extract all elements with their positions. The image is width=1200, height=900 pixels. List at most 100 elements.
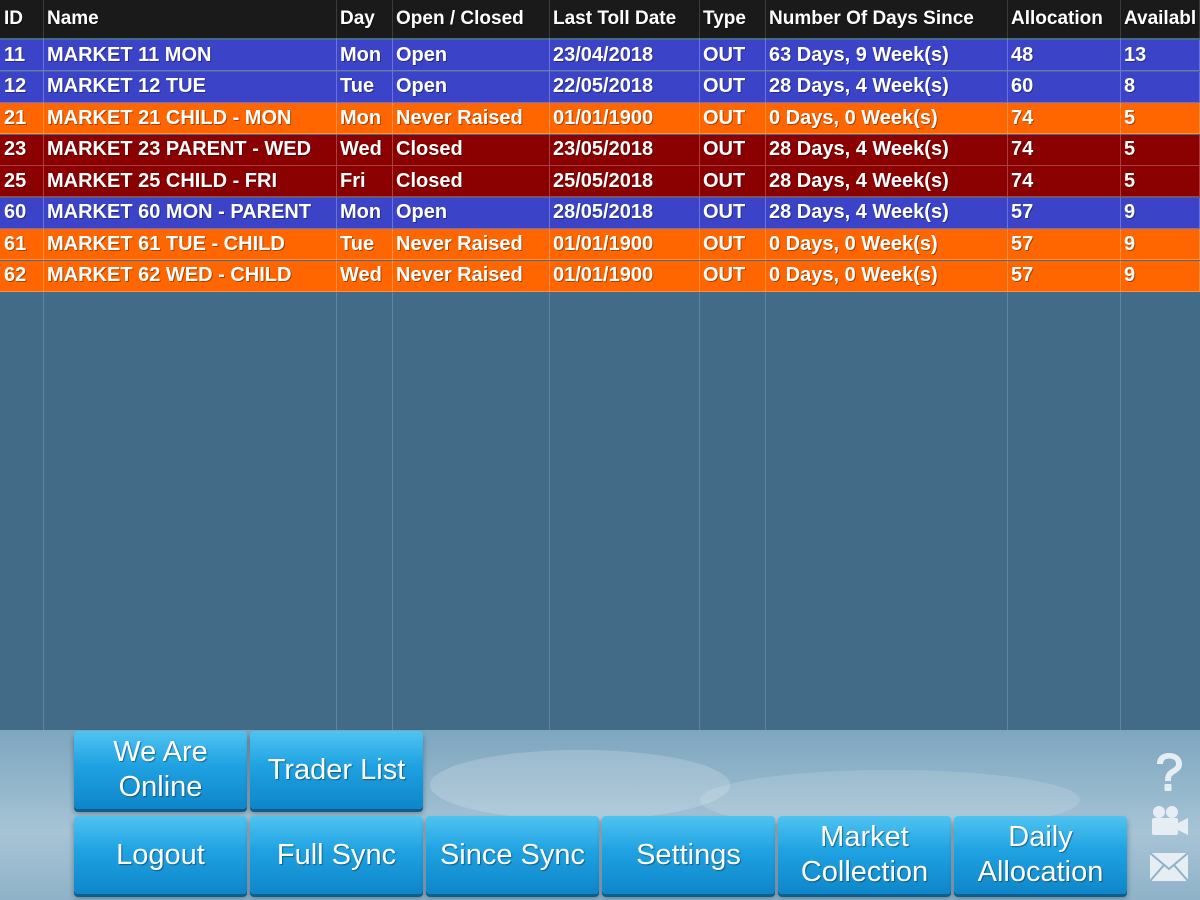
cell-type: OUT [699,260,766,291]
table-row[interactable]: 62 MARKET 62 WED - CHILD Wed Never Raised 01… [0,260,1200,292]
cell-type: OUT [699,103,766,133]
column-header-available[interactable]: Availabl [1120,0,1200,38]
cell-type: OUT [699,71,766,102]
cell-name: MARKET 11 MON [43,40,337,70]
cell-status: Closed [392,166,550,196]
cell-type: OUT [699,166,766,196]
cell-id: 12 [0,71,44,102]
cell-day: Wed [336,134,393,165]
cell-day: Mon [336,40,393,70]
cell-available: 8 [1120,71,1200,102]
cell-id: 25 [0,166,44,196]
table-row[interactable]: 21 MARKET 21 CHILD - MON Mon Never Raised 01… [0,103,1200,134]
cell-type: OUT [699,197,766,228]
cell-days-since: 28 Days, 4 Week(s) [765,71,1008,102]
cell-status: Closed [392,134,550,165]
daily-allocation-button[interactable]: Daily Allocation [954,816,1127,894]
cell-allocation: 60 [1007,71,1121,102]
full-sync-button[interactable]: Full Sync [250,816,423,894]
cell-allocation: 48 [1007,40,1121,70]
cell-day: Wed [336,260,393,291]
cell-allocation: 74 [1007,103,1121,133]
cell-last-toll-date: 23/04/2018 [549,40,700,70]
market-collection-button[interactable]: Market Collection [778,816,951,894]
cell-day: Fri [336,166,393,196]
column-header-day[interactable]: Day [336,0,393,38]
envelope-icon[interactable] [1148,852,1190,882]
column-header-status[interactable]: Open / Closed [392,0,550,38]
cell-id: 23 [0,134,44,165]
cell-days-since: 0 Days, 0 Week(s) [765,229,1008,259]
cell-name: MARKET 62 WED - CHILD [43,260,337,291]
cell-type: OUT [699,40,766,70]
cell-available: 5 [1120,166,1200,196]
cloud-decoration [430,750,730,820]
cell-allocation: 74 [1007,166,1121,196]
cell-available: 5 [1120,103,1200,133]
cell-status: Open [392,71,550,102]
cell-day: Tue [336,229,393,259]
column-header-allocation[interactable]: Allocation [1007,0,1121,38]
cell-days-since: 28 Days, 4 Week(s) [765,134,1008,165]
cell-allocation: 57 [1007,229,1121,259]
cell-last-toll-date: 01/01/1900 [549,103,700,133]
cell-name: MARKET 23 PARENT - WED [43,134,337,165]
cell-status: Open [392,197,550,228]
logout-button[interactable]: Logout [74,816,247,894]
cell-days-since: 63 Days, 9 Week(s) [765,40,1008,70]
cell-days-since: 28 Days, 4 Week(s) [765,197,1008,228]
cell-available: 13 [1120,40,1200,70]
video-camera-icon[interactable] [1148,804,1190,838]
cell-day: Mon [336,197,393,228]
cell-available: 9 [1120,229,1200,259]
cell-available: 5 [1120,134,1200,165]
question-mark-icon[interactable] [1148,752,1190,792]
cell-last-toll-date: 01/01/1900 [549,260,700,291]
cell-last-toll-date: 23/05/2018 [549,134,700,165]
table-row[interactable]: 61 MARKET 61 TUE - CHILD Tue Never Raised 01… [0,229,1200,260]
column-header-id[interactable]: ID [0,0,44,38]
cell-name: MARKET 60 MON - PARENT [43,197,337,228]
cell-id: 61 [0,229,44,259]
cell-type: OUT [699,134,766,165]
column-header-type[interactable]: Type [699,0,766,38]
settings-button[interactable]: Settings [602,816,775,894]
cell-status: Never Raised [392,229,550,259]
cell-id: 60 [0,197,44,228]
cell-status: Never Raised [392,103,550,133]
since-sync-button[interactable]: Since Sync [426,816,599,894]
column-header-last-toll-date[interactable]: Last Toll Date [549,0,700,38]
table-header: ID Name Day Open / Closed Last Toll Date… [0,0,1200,38]
cell-name: MARKET 61 TUE - CHILD [43,229,337,259]
table-row[interactable]: 25 MARKET 25 CHILD - FRI Fri Closed 25/05/20… [0,166,1200,197]
cell-day: Mon [336,103,393,133]
we-are-online-button[interactable]: We Are Online [74,731,247,809]
table-row[interactable]: 12 MARKET 12 TUE Tue Open 22/05/2018 OUT 28 Da… [0,71,1200,103]
column-header-name[interactable]: Name [43,0,337,38]
cell-day: Tue [336,71,393,102]
cell-allocation: 57 [1007,197,1121,228]
table-row[interactable]: 11 MARKET 11 MON Mon Open 23/04/2018 OUT 63 Da… [0,40,1200,71]
table-row[interactable]: 23 MARKET 23 PARENT - WED Wed Closed 23/05/2… [0,134,1200,166]
column-header-days-since[interactable]: Number Of Days Since [765,0,1008,38]
cell-available: 9 [1120,197,1200,228]
cell-available: 9 [1120,260,1200,291]
cell-status: Open [392,40,550,70]
cell-days-since: 0 Days, 0 Week(s) [765,260,1008,291]
cell-last-toll-date: 01/01/1900 [549,229,700,259]
trader-list-button[interactable]: Trader List [250,731,423,809]
cell-name: MARKET 12 TUE [43,71,337,102]
cell-days-since: 0 Days, 0 Week(s) [765,103,1008,133]
cell-last-toll-date: 25/05/2018 [549,166,700,196]
cell-id: 62 [0,260,44,291]
cell-name: MARKET 25 CHILD - FRI [43,166,337,196]
cell-allocation: 57 [1007,260,1121,291]
cell-allocation: 74 [1007,134,1121,165]
cell-last-toll-date: 28/05/2018 [549,197,700,228]
cell-days-since: 28 Days, 4 Week(s) [765,166,1008,196]
table-row[interactable]: 60 MARKET 60 MON - PARENT Mon Open 28/05/201… [0,197,1200,229]
cell-name: MARKET 21 CHILD - MON [43,103,337,133]
cell-status: Never Raised [392,260,550,291]
cell-last-toll-date: 22/05/2018 [549,71,700,102]
cell-type: OUT [699,229,766,259]
